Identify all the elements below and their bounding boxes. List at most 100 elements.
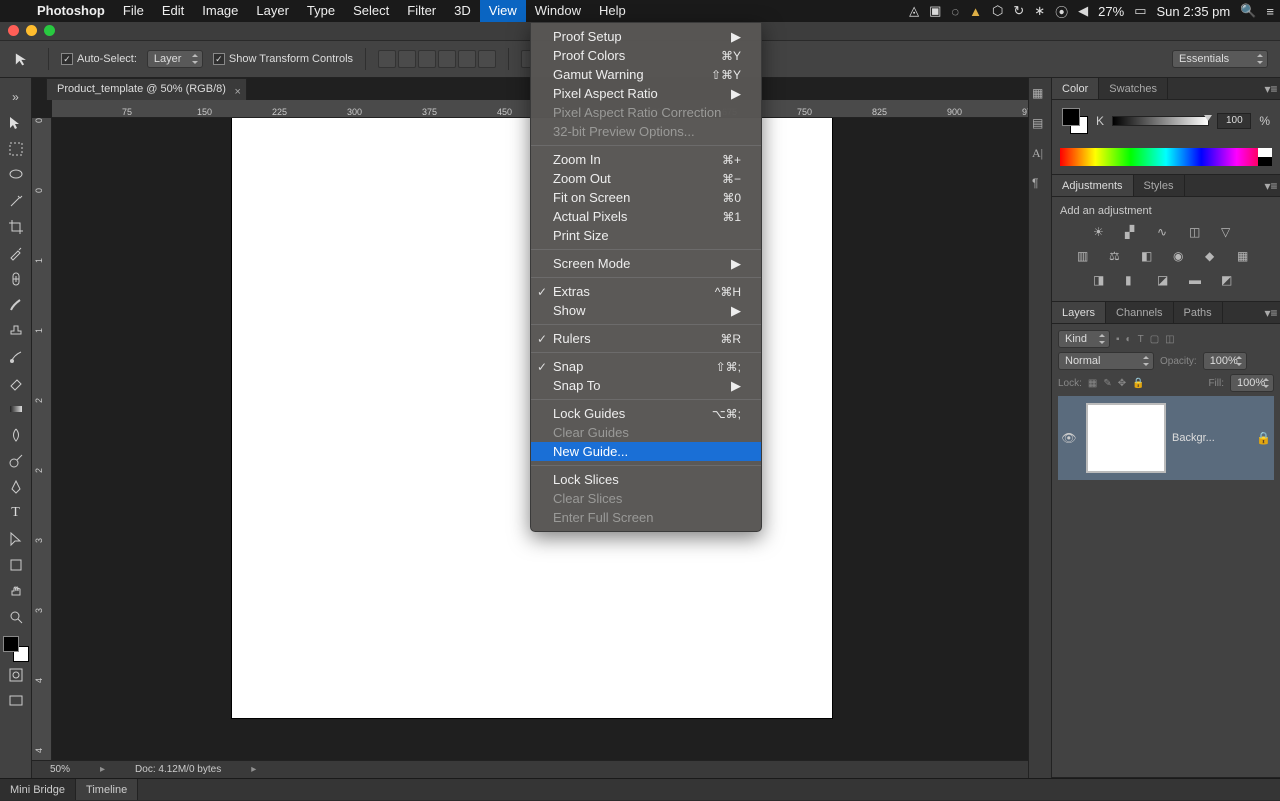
opacity-field[interactable]: 100% bbox=[1203, 352, 1247, 370]
menu-item-zoom-out[interactable]: Zoom Out⌘− bbox=[531, 169, 761, 188]
filter-type-icon[interactable]: T bbox=[1138, 334, 1144, 345]
filter-adjust-icon[interactable]: ◐ bbox=[1126, 334, 1132, 345]
align-btn[interactable] bbox=[398, 50, 416, 68]
photo-filter-icon[interactable]: ◉ bbox=[1173, 249, 1191, 265]
menu-file[interactable]: File bbox=[114, 0, 153, 22]
menu-3d[interactable]: 3D bbox=[445, 0, 480, 22]
actions-panel-icon[interactable]: ▤ bbox=[1032, 116, 1048, 132]
invert-icon[interactable]: ◨ bbox=[1093, 273, 1111, 289]
ruler-vertical[interactable]: 0011223344 bbox=[32, 118, 52, 760]
show-transform-checkbox[interactable]: ✓Show Transform Controls bbox=[213, 53, 353, 65]
menu-item-lock-slices[interactable]: Lock Slices bbox=[531, 470, 761, 489]
hand-tool[interactable] bbox=[3, 579, 29, 603]
eyedropper-tool[interactable] bbox=[3, 241, 29, 265]
posterize-icon[interactable]: ▮ bbox=[1125, 273, 1143, 289]
auto-select-dropdown[interactable]: Layer bbox=[147, 50, 203, 68]
menu-help[interactable]: Help bbox=[590, 0, 635, 22]
panel-menu-icon[interactable]: ▾≡ bbox=[1262, 175, 1280, 196]
path-select-tool[interactable] bbox=[3, 527, 29, 551]
screenmode-tool[interactable] bbox=[3, 689, 29, 713]
hue-icon[interactable]: ▥ bbox=[1077, 249, 1095, 265]
align-btn[interactable] bbox=[378, 50, 396, 68]
marquee-tool[interactable] bbox=[3, 137, 29, 161]
menu-item-actual-pixels[interactable]: Actual Pixels⌘1 bbox=[531, 207, 761, 226]
filter-pixel-icon[interactable]: ▪ bbox=[1116, 334, 1120, 345]
menu-item-screen-mode[interactable]: Screen Mode▶ bbox=[531, 254, 761, 273]
layer-thumbnail[interactable] bbox=[1086, 403, 1166, 473]
char-panel-icon[interactable]: A| bbox=[1032, 146, 1048, 162]
dodge-tool[interactable] bbox=[3, 449, 29, 473]
wand-tool[interactable] bbox=[3, 189, 29, 213]
gdrive-icon[interactable]: ◬ bbox=[909, 3, 919, 19]
menu-filter[interactable]: Filter bbox=[398, 0, 445, 22]
pen-tool[interactable] bbox=[3, 475, 29, 499]
clock[interactable]: Sun 2:35 pm bbox=[1157, 4, 1231, 19]
para-panel-icon[interactable]: ¶ bbox=[1032, 176, 1048, 192]
align-btn[interactable] bbox=[478, 50, 496, 68]
k-slider[interactable] bbox=[1112, 116, 1209, 126]
align-btn[interactable] bbox=[418, 50, 436, 68]
close-tab-icon[interactable]: × bbox=[234, 82, 240, 102]
blur-tool[interactable] bbox=[3, 423, 29, 447]
menu-item-snap-to[interactable]: Snap To▶ bbox=[531, 376, 761, 395]
heal-tool[interactable] bbox=[3, 267, 29, 291]
tab-timeline[interactable]: Timeline bbox=[76, 779, 138, 800]
tab-adjustments[interactable]: Adjustments bbox=[1052, 175, 1134, 196]
lock-pos-icon[interactable]: ✥ bbox=[1118, 378, 1126, 389]
menu-item-fit-on-screen[interactable]: Fit on Screen⌘0 bbox=[531, 188, 761, 207]
threshold-icon[interactable]: ◪ bbox=[1157, 273, 1175, 289]
spotlight-icon[interactable]: 🔍 bbox=[1240, 3, 1256, 19]
move-tool[interactable] bbox=[3, 111, 29, 135]
visibility-icon[interactable]: 👁 bbox=[1058, 431, 1080, 445]
align-btn[interactable] bbox=[438, 50, 456, 68]
lock-pixel-icon[interactable]: ✎ bbox=[1103, 378, 1111, 389]
sync-icon[interactable]: ◌ bbox=[951, 4, 959, 19]
menu-edit[interactable]: Edit bbox=[153, 0, 193, 22]
vibrance-icon[interactable]: ▽ bbox=[1221, 225, 1239, 241]
menu-item-snap[interactable]: ✓Snap⇧⌘; bbox=[531, 357, 761, 376]
stamp-tool[interactable] bbox=[3, 319, 29, 343]
filter-kind[interactable]: Kind bbox=[1058, 330, 1110, 348]
document-tab[interactable]: Product_template @ 50% (RGB/8)× bbox=[46, 78, 247, 100]
color-swatch[interactable] bbox=[3, 636, 29, 662]
selective-icon[interactable]: ◩ bbox=[1221, 273, 1239, 289]
battery-percent[interactable]: 27% bbox=[1098, 4, 1124, 19]
panel-menu-icon[interactable]: ▾≡ bbox=[1262, 302, 1280, 323]
wifi-icon[interactable]: ⦿ bbox=[1055, 2, 1068, 21]
layer-name[interactable]: Backgr... bbox=[1172, 432, 1256, 444]
tab-paths[interactable]: Paths bbox=[1174, 302, 1223, 323]
warning-icon[interactable]: ▲ bbox=[969, 4, 982, 19]
tab-styles[interactable]: Styles bbox=[1134, 175, 1185, 196]
timemachine-icon[interactable]: ↻ bbox=[1013, 3, 1024, 19]
lock-all-icon[interactable]: 🔒 bbox=[1132, 378, 1144, 389]
levels-icon[interactable]: ▞ bbox=[1125, 225, 1143, 241]
minimize-button[interactable] bbox=[26, 25, 37, 36]
menu-image[interactable]: Image bbox=[193, 0, 247, 22]
menu-item-zoom-in[interactable]: Zoom In⌘+ bbox=[531, 150, 761, 169]
fill-field[interactable]: 100% bbox=[1230, 374, 1274, 392]
eraser-tool[interactable] bbox=[3, 371, 29, 395]
menu-icon[interactable]: ≡ bbox=[1266, 4, 1274, 19]
exposure-icon[interactable]: ◫ bbox=[1189, 225, 1207, 241]
box-icon[interactable]: ▣ bbox=[929, 3, 941, 19]
quickmask-tool[interactable] bbox=[3, 663, 29, 687]
menu-item-rulers[interactable]: ✓Rulers⌘R bbox=[531, 329, 761, 348]
menu-item-print-size[interactable]: Print Size bbox=[531, 226, 761, 245]
menu-select[interactable]: Select bbox=[344, 0, 398, 22]
tab-channels[interactable]: Channels bbox=[1106, 302, 1173, 323]
mixer-icon[interactable]: ◆ bbox=[1205, 249, 1223, 265]
filter-shape-icon[interactable]: ▢ bbox=[1150, 334, 1159, 345]
menu-view[interactable]: View bbox=[480, 0, 526, 22]
lasso-tool[interactable] bbox=[3, 163, 29, 187]
history-panel-icon[interactable]: ▦ bbox=[1032, 86, 1048, 102]
lookup-icon[interactable]: ▦ bbox=[1237, 249, 1255, 265]
bw-icon[interactable]: ◧ bbox=[1141, 249, 1159, 265]
k-value[interactable]: 100 bbox=[1217, 113, 1251, 129]
menu-item-pixel-aspect-ratio[interactable]: Pixel Aspect Ratio▶ bbox=[531, 84, 761, 103]
menu-item-lock-guides[interactable]: Lock Guides⌥⌘; bbox=[531, 404, 761, 423]
app-name[interactable]: Photoshop bbox=[28, 0, 114, 22]
type-tool[interactable]: T bbox=[3, 501, 29, 525]
color-ramp[interactable] bbox=[1060, 148, 1272, 166]
close-button[interactable] bbox=[8, 25, 19, 36]
crop-tool[interactable] bbox=[3, 215, 29, 239]
